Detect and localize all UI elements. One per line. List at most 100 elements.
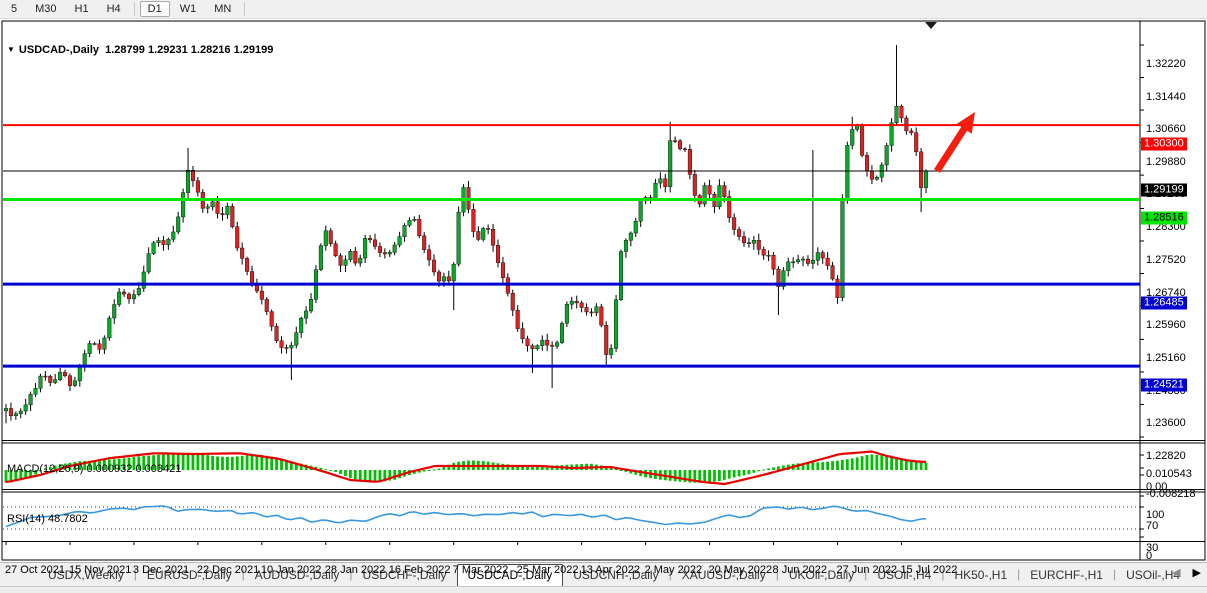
candle-body	[186, 170, 190, 192]
candle-body	[275, 326, 279, 340]
candle-body	[19, 411, 23, 414]
ohlc-high: 1.29231	[148, 44, 188, 56]
macd-tick-label: -0.008218	[1146, 488, 1196, 500]
candle-body	[452, 264, 456, 281]
timeframe-button-h1[interactable]: H1	[67, 1, 97, 17]
macd-histogram-bar	[915, 461, 918, 470]
candle-body	[491, 229, 495, 245]
candle-body	[752, 240, 756, 243]
candle-body	[157, 240, 161, 242]
macd-histogram-bar	[811, 463, 814, 470]
candle-body	[477, 232, 481, 240]
candle-body	[127, 294, 131, 299]
candle-body	[58, 372, 62, 379]
candle-body	[870, 171, 874, 179]
macd-histogram-bar	[251, 455, 254, 470]
candle-body	[398, 237, 402, 245]
candle-body	[176, 217, 180, 232]
candle-body	[865, 155, 869, 171]
candle-body	[181, 193, 185, 217]
macd-histogram-bar	[871, 454, 874, 470]
timeframe-button-mn[interactable]: MN	[206, 1, 239, 17]
chart-dropdown-icon[interactable]: ▼	[7, 45, 15, 54]
macd-histogram-bar	[231, 457, 234, 470]
timeframe-button-w1[interactable]: W1	[172, 1, 205, 17]
candle-body	[668, 141, 672, 187]
candle-body	[48, 376, 52, 382]
candle-body	[850, 129, 854, 145]
macd-histogram-bar	[841, 460, 844, 470]
candle-body	[614, 300, 618, 349]
candle-body	[309, 299, 313, 311]
candle-body	[383, 253, 387, 254]
candle-body	[112, 304, 116, 318]
price-tick-label: 1.27520	[1146, 254, 1186, 266]
timeframe-button-5[interactable]: 5	[3, 1, 25, 17]
timeframe-button-m30[interactable]: M30	[27, 1, 64, 17]
price-tick-label: 1.22820	[1146, 450, 1186, 462]
candle-body	[486, 228, 490, 229]
macd-histogram-bar	[831, 461, 834, 470]
chart-window[interactable]: ▼USDCAD-,Daily 1.28799 1.29231 1.28216 1…	[0, 19, 1207, 562]
macd-value1: 0.000932	[86, 463, 132, 475]
candle-body	[280, 341, 284, 348]
candle-body	[98, 344, 102, 350]
macd-histogram-bar	[920, 462, 923, 470]
candle-body	[245, 258, 249, 271]
macd-histogram-bar	[354, 470, 357, 479]
chart-frame	[2, 21, 1205, 560]
candle-body	[147, 254, 151, 272]
candle-body	[457, 212, 461, 264]
candle-body	[196, 181, 200, 192]
candle-body	[481, 228, 485, 239]
date-tick-label: 8 Jun 2022	[773, 564, 827, 576]
candle-body	[363, 238, 367, 258]
candle-body	[73, 381, 77, 386]
macd-histogram-bar	[442, 467, 445, 470]
date-tick-label: 2 May 2022	[645, 564, 702, 576]
macd-histogram-bar	[713, 470, 716, 482]
macd-histogram-bar	[374, 470, 377, 482]
price-tick-label: 1.23600	[1146, 417, 1186, 429]
macd-histogram-bar	[256, 455, 259, 470]
candle-body	[334, 244, 338, 256]
chart-canvas[interactable]	[0, 19, 1207, 562]
candle-body	[545, 340, 549, 345]
candle-body	[639, 201, 643, 221]
candle-body	[791, 262, 795, 263]
chart-symbol-label: USDCAD-,Daily	[19, 44, 99, 56]
candle-body	[909, 131, 913, 133]
candle-body	[673, 141, 677, 142]
tab-scroll-right-icon[interactable]: ▶	[1193, 566, 1201, 579]
macd-histogram-bar	[821, 462, 824, 470]
tab-scroll-left-icon[interactable]: ◀	[1172, 566, 1180, 579]
rsi-tick-label: 70	[1146, 520, 1158, 532]
candle-body	[304, 311, 308, 318]
candle-body	[44, 376, 48, 377]
candle-body	[900, 106, 904, 118]
chart-tab-eurchf-h1[interactable]: EURCHF-,H1	[1020, 565, 1113, 586]
candle-body	[354, 251, 358, 263]
candle-body	[619, 252, 623, 300]
ohlc-close: 1.29199	[234, 44, 274, 56]
candle-body	[108, 318, 112, 338]
timeframe-button-d1[interactable]: D1	[140, 1, 170, 17]
macd-histogram-bar	[885, 456, 888, 470]
macd-histogram-bar	[738, 470, 741, 476]
macd-name: MACD(12,26,9)	[7, 463, 83, 475]
candle-body	[285, 348, 289, 349]
candle-body	[324, 231, 328, 246]
timeframe-button-h4[interactable]: H4	[99, 1, 129, 17]
macd-histogram-bar	[826, 462, 829, 470]
candle-body	[403, 225, 407, 236]
macd-histogram-bar	[433, 470, 436, 471]
candle-body	[521, 329, 525, 339]
price-tick-label: 1.25160	[1146, 352, 1186, 364]
macd-histogram-bar	[856, 457, 859, 470]
candle-body	[526, 339, 530, 346]
macd-histogram-bar	[674, 470, 677, 481]
macd-histogram-bar	[708, 470, 711, 482]
candle-body	[718, 186, 722, 207]
ohlc-open: 1.28799	[105, 44, 145, 56]
date-tick-label: 27 Oct 2021	[5, 564, 65, 576]
